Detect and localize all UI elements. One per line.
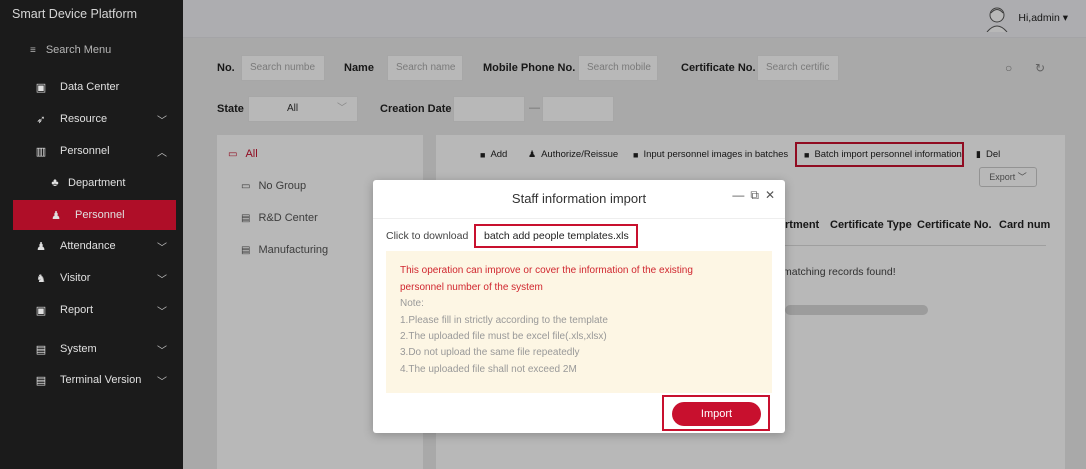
maximize-icon[interactable]: ⧉	[750, 188, 759, 203]
notice-warning-line: This operation can improve or cover the …	[400, 265, 693, 276]
minimize-icon[interactable]: —	[732, 188, 744, 203]
modal-title: Staff information import	[511, 191, 647, 206]
notice-note-line: 4.The uploaded file shall not exceed 2M	[400, 364, 577, 375]
modal-divider	[373, 218, 785, 219]
notice-warning-line: personnel number of the system	[400, 282, 543, 293]
sidebar-backdrop	[0, 0, 183, 469]
notice-note-line: Note:	[400, 298, 424, 309]
template-download-link[interactable]: batch add people templates.xls	[474, 224, 638, 248]
modal-window-controls: — ⧉ ✕	[732, 188, 775, 203]
import-notice: This operation can improve or cover the …	[386, 251, 772, 393]
import-button[interactable]: Import	[672, 402, 761, 426]
notice-note-line: 1.Please fill in strictly according to t…	[400, 315, 608, 326]
import-button-highlight: Import	[662, 395, 770, 431]
download-label: Click to download	[386, 230, 469, 242]
close-icon[interactable]: ✕	[765, 188, 775, 203]
notice-note-line: 3.Do not upload the same file repeatedly	[400, 347, 580, 358]
staff-import-modal: Staff information import — ⧉ ✕ Click to …	[373, 180, 785, 433]
notice-note-line: 2.The uploaded file must be excel file(.…	[400, 331, 607, 342]
